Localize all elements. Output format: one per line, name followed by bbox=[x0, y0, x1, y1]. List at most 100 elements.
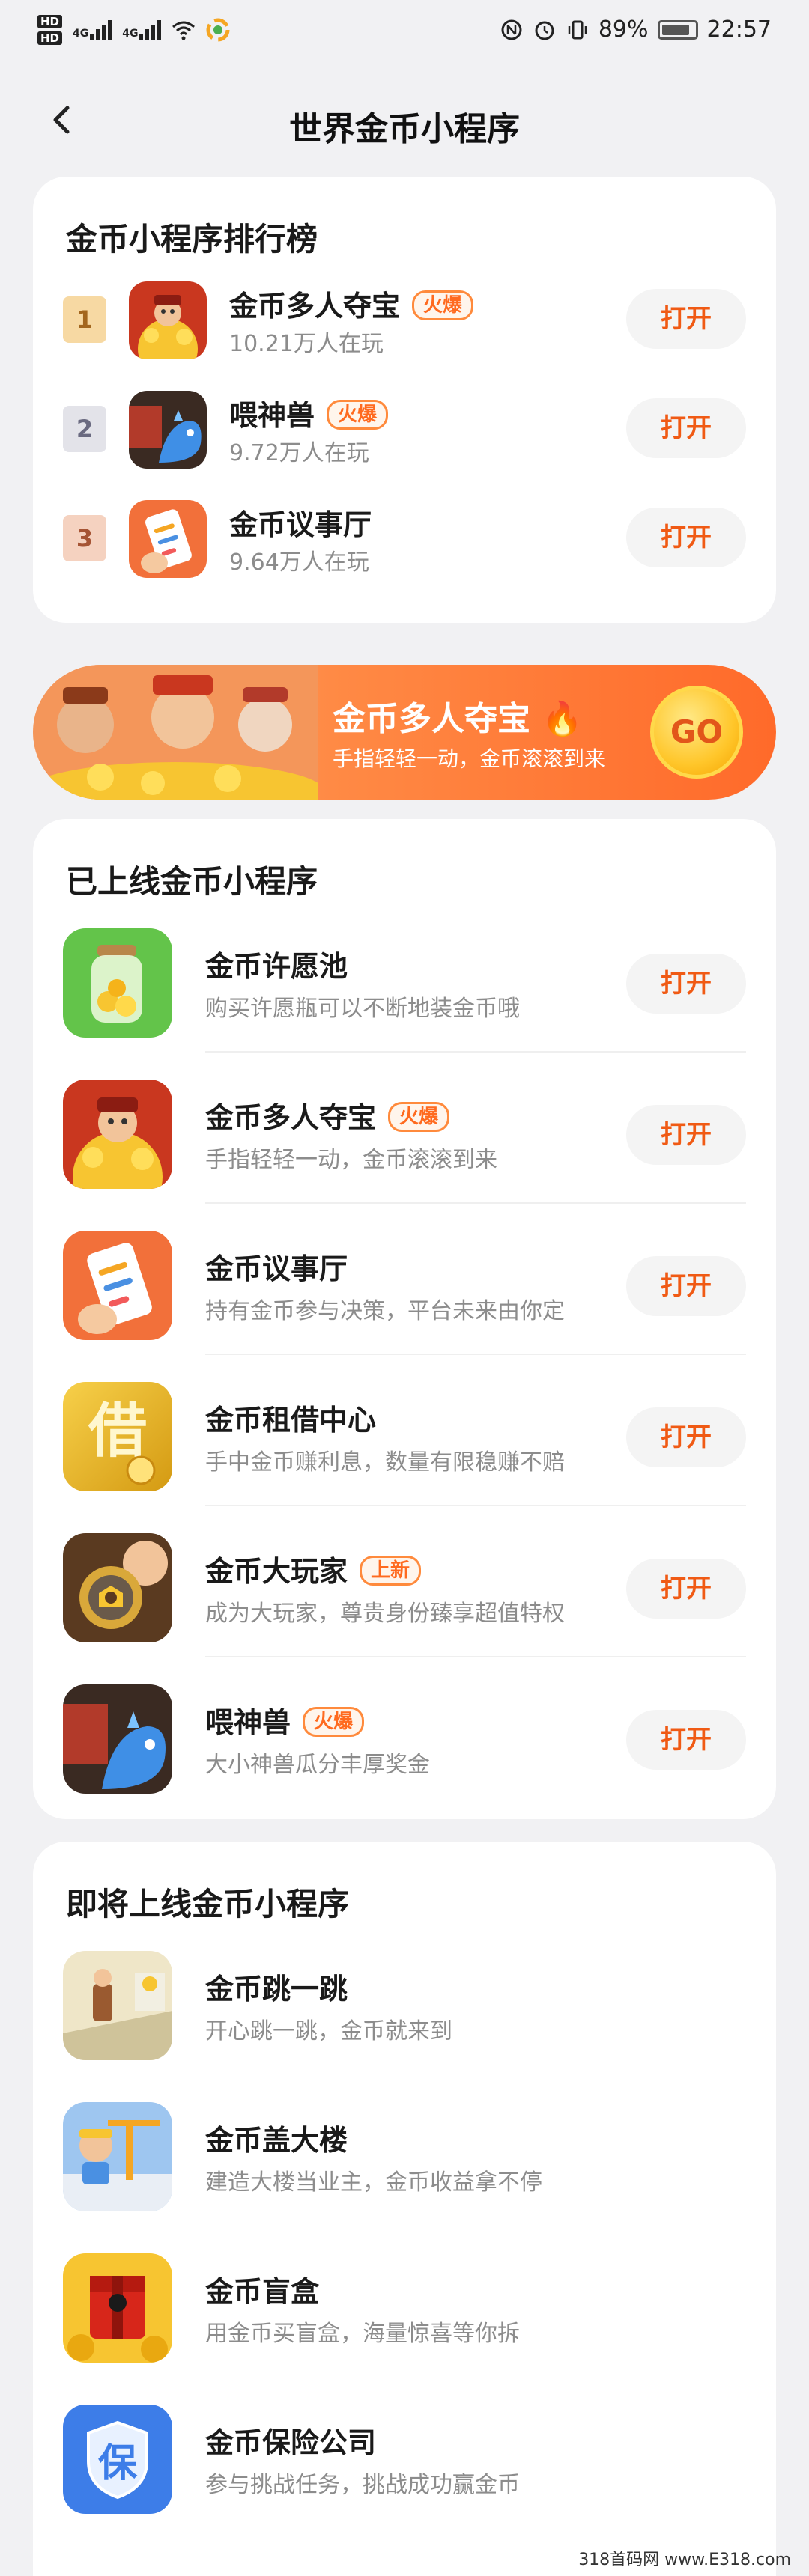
open-button[interactable]: 打开 bbox=[626, 508, 746, 567]
app-name: 金币盲盒 bbox=[205, 2275, 320, 2308]
ranking-row[interactable]: 1 金币多人夺宝 火爆 10.21万人在玩 打开 bbox=[33, 267, 776, 371]
jump-app-icon bbox=[63, 1951, 172, 2060]
big-player-app-icon bbox=[63, 1533, 172, 1642]
app-name: 喂神兽 火爆 bbox=[205, 1699, 365, 1741]
app-description: 开心跳一跳，金币就来到 bbox=[205, 2018, 452, 2044]
new-tag: 上新 bbox=[360, 1555, 422, 1586]
build-tower-app-icon bbox=[63, 2102, 172, 2211]
ranking-title: 金币小程序排行榜 bbox=[66, 221, 318, 258]
hd-badge-2: HD bbox=[37, 31, 63, 45]
list-item[interactable]: 金币许愿池 购买许愿瓶可以不断地装金币哦 打开 bbox=[33, 901, 776, 1053]
open-button[interactable]: 打开 bbox=[626, 1710, 746, 1770]
signal-bars-icon bbox=[90, 20, 112, 40]
app-description: 用金币买盲盒，海量惊喜等你拆 bbox=[205, 2321, 520, 2347]
app-name: 金币许愿池 bbox=[205, 943, 348, 984]
open-button[interactable]: 打开 bbox=[626, 1256, 746, 1316]
upcoming-title: 即将上线金币小程序 bbox=[66, 1886, 350, 1922]
banner-title-text: 金币多人夺宝 bbox=[333, 700, 530, 738]
list-item: 保 金币保险公司 参与挑战任务，挑战成功赢金币 bbox=[33, 2378, 776, 2529]
app-name: 金币议事厅 bbox=[205, 1246, 348, 1287]
app-name: 金币租借中心 bbox=[205, 1397, 376, 1438]
open-button[interactable]: 打开 bbox=[626, 954, 746, 1014]
treasure-app-icon bbox=[129, 281, 207, 359]
banner-characters-image bbox=[33, 665, 318, 800]
open-button[interactable]: 打开 bbox=[626, 398, 746, 458]
app-name: 金币多人夺宝 火爆 bbox=[205, 1094, 450, 1136]
app-name: 金币保险公司 bbox=[205, 2426, 377, 2459]
signal-bars-icon bbox=[139, 20, 162, 40]
open-button[interactable]: 打开 bbox=[626, 1559, 746, 1619]
wishing-pool-app-icon bbox=[63, 928, 172, 1038]
banner-title: 金币多人夺宝 🔥 bbox=[333, 692, 583, 740]
lending-app-icon: 借 bbox=[63, 1382, 172, 1491]
status-left: HD HD 4G 4G bbox=[37, 15, 230, 45]
app-description: 持有金币参与决策，平台未来由你定 bbox=[205, 1298, 565, 1324]
player-count: 10.21万人在玩 bbox=[229, 331, 384, 357]
fire-icon: 🔥 bbox=[542, 700, 584, 738]
open-button[interactable]: 打开 bbox=[626, 289, 746, 349]
hd-badge-1: HD bbox=[37, 15, 63, 28]
page-title: 世界金币小程序 bbox=[289, 110, 520, 148]
hot-tag: 火爆 bbox=[327, 399, 389, 430]
go-button[interactable]: GO bbox=[650, 686, 743, 779]
signal-1: 4G bbox=[73, 20, 112, 40]
app-name-text: 喂神兽 bbox=[229, 399, 315, 432]
nfc-icon bbox=[501, 19, 522, 40]
list-item: 金币盲盒 用金币买盲盒，海量惊喜等你拆 bbox=[33, 2226, 776, 2378]
clock: 22:57 bbox=[706, 16, 772, 43]
app-name-text: 金币多人夺宝 bbox=[229, 290, 401, 323]
ranking-row[interactable]: 3 金币议事厅 9.64万人在玩 打开 bbox=[33, 485, 776, 590]
app-name: 金币大玩家 上新 bbox=[205, 1548, 422, 1589]
page: HD HD 4G 4G 89% 22:57 世界金币小程序 金币小程序排行榜 1… bbox=[0, 0, 809, 2576]
network-type-1: 4G bbox=[73, 28, 89, 40]
beast-app-icon bbox=[63, 1684, 172, 1794]
app-name: 金币议事厅 bbox=[229, 502, 372, 543]
battery-percent: 89% bbox=[598, 16, 649, 43]
signal-2: 4G bbox=[122, 20, 162, 40]
hot-tag: 火爆 bbox=[388, 1101, 450, 1132]
app-description: 手指轻轻一动，金币滚滚到来 bbox=[205, 1147, 497, 1173]
list-item[interactable]: 喂神兽 火爆 大小神兽瓜分丰厚奖金 打开 bbox=[33, 1657, 776, 1809]
status-right: 89% 22:57 bbox=[500, 16, 772, 43]
app-name-text: 金币议事厅 bbox=[229, 508, 372, 541]
open-button[interactable]: 打开 bbox=[626, 1105, 746, 1165]
app-name-text: 金币租借中心 bbox=[205, 1404, 377, 1437]
ranking-card: 金币小程序排行榜 1 金币多人夺宝 火爆 10.21万人在玩 打开 2 喂神兽 火爆… bbox=[33, 177, 776, 623]
app-name-text: 金币大玩家 bbox=[205, 1555, 348, 1588]
app-description: 建造大楼当业主，金币收益拿不停 bbox=[205, 2169, 542, 2196]
player-count: 9.64万人在玩 bbox=[229, 549, 369, 576]
alarm-icon bbox=[535, 21, 554, 40]
list-item[interactable]: 金币大玩家 上新 成为大玩家，尊贵身份臻享超值特权 打开 bbox=[33, 1506, 776, 1657]
app-logo-icon bbox=[206, 18, 230, 42]
insurance-app-icon: 保 bbox=[63, 2405, 172, 2514]
list-item: 金币跳一跳 开心跳一跳，金币就来到 bbox=[33, 1924, 776, 2075]
app-description: 购买许愿瓶可以不断地装金币哦 bbox=[205, 996, 520, 1022]
hd-badges: HD HD bbox=[37, 15, 63, 45]
banner-subtitle: 手指轻轻一动，金币滚滚到来 bbox=[333, 746, 606, 771]
open-button[interactable]: 打开 bbox=[626, 1407, 746, 1467]
status-bar: HD HD 4G 4G 89% 22:57 bbox=[0, 0, 809, 72]
app-name-text: 喂神兽 bbox=[205, 1706, 291, 1739]
ranking-row[interactable]: 2 喂神兽 火爆 9.72万人在玩 打开 bbox=[33, 376, 776, 481]
rank-medal: 3 bbox=[63, 515, 106, 561]
list-item[interactable]: 借 金币租借中心 手中金币赚利息，数量有限稳赚不赔 打开 bbox=[33, 1355, 776, 1506]
promo-banner[interactable]: 金币多人夺宝 🔥 手指轻轻一动，金币滚滚到来 GO bbox=[33, 665, 776, 800]
rank-medal: 2 bbox=[63, 406, 106, 452]
online-card: 已上线金币小程序 金币许愿池 购买许愿瓶可以不断地装金币哦 打开 金币多人夺宝火… bbox=[33, 819, 776, 1819]
rank-medal: 1 bbox=[63, 296, 106, 343]
wifi-icon bbox=[172, 21, 196, 40]
list-item: 金币盖大楼 建造大楼当业主，金币收益拿不停 bbox=[33, 2075, 776, 2226]
list-item[interactable]: 金币议事厅 持有金币参与决策，平台未来由你定 打开 bbox=[33, 1204, 776, 1355]
app-description: 手中金币赚利息，数量有限稳赚不赔 bbox=[205, 1449, 565, 1476]
vibrate-icon bbox=[568, 20, 587, 39]
hot-tag: 火爆 bbox=[412, 290, 474, 320]
app-name-text: 金币议事厅 bbox=[205, 1252, 348, 1285]
app-name-text: 金币许愿池 bbox=[205, 950, 348, 983]
list-item[interactable]: 金币多人夺宝 火爆 手指轻轻一动，金币滚滚到来 打开 bbox=[33, 1053, 776, 1204]
player-count: 9.72万人在玩 bbox=[229, 440, 369, 466]
app-description: 大小神兽瓜分丰厚奖金 bbox=[205, 1752, 430, 1778]
app-name: 喂神兽 火爆 bbox=[229, 392, 389, 433]
upcoming-card: 即将上线金币小程序 金币跳一跳 开心跳一跳，金币就来到 金币盖大楼 建造大楼当业… bbox=[33, 1842, 776, 2576]
app-name: 金币多人夺宝 火爆 bbox=[229, 283, 474, 324]
council-app-icon bbox=[63, 1231, 172, 1340]
